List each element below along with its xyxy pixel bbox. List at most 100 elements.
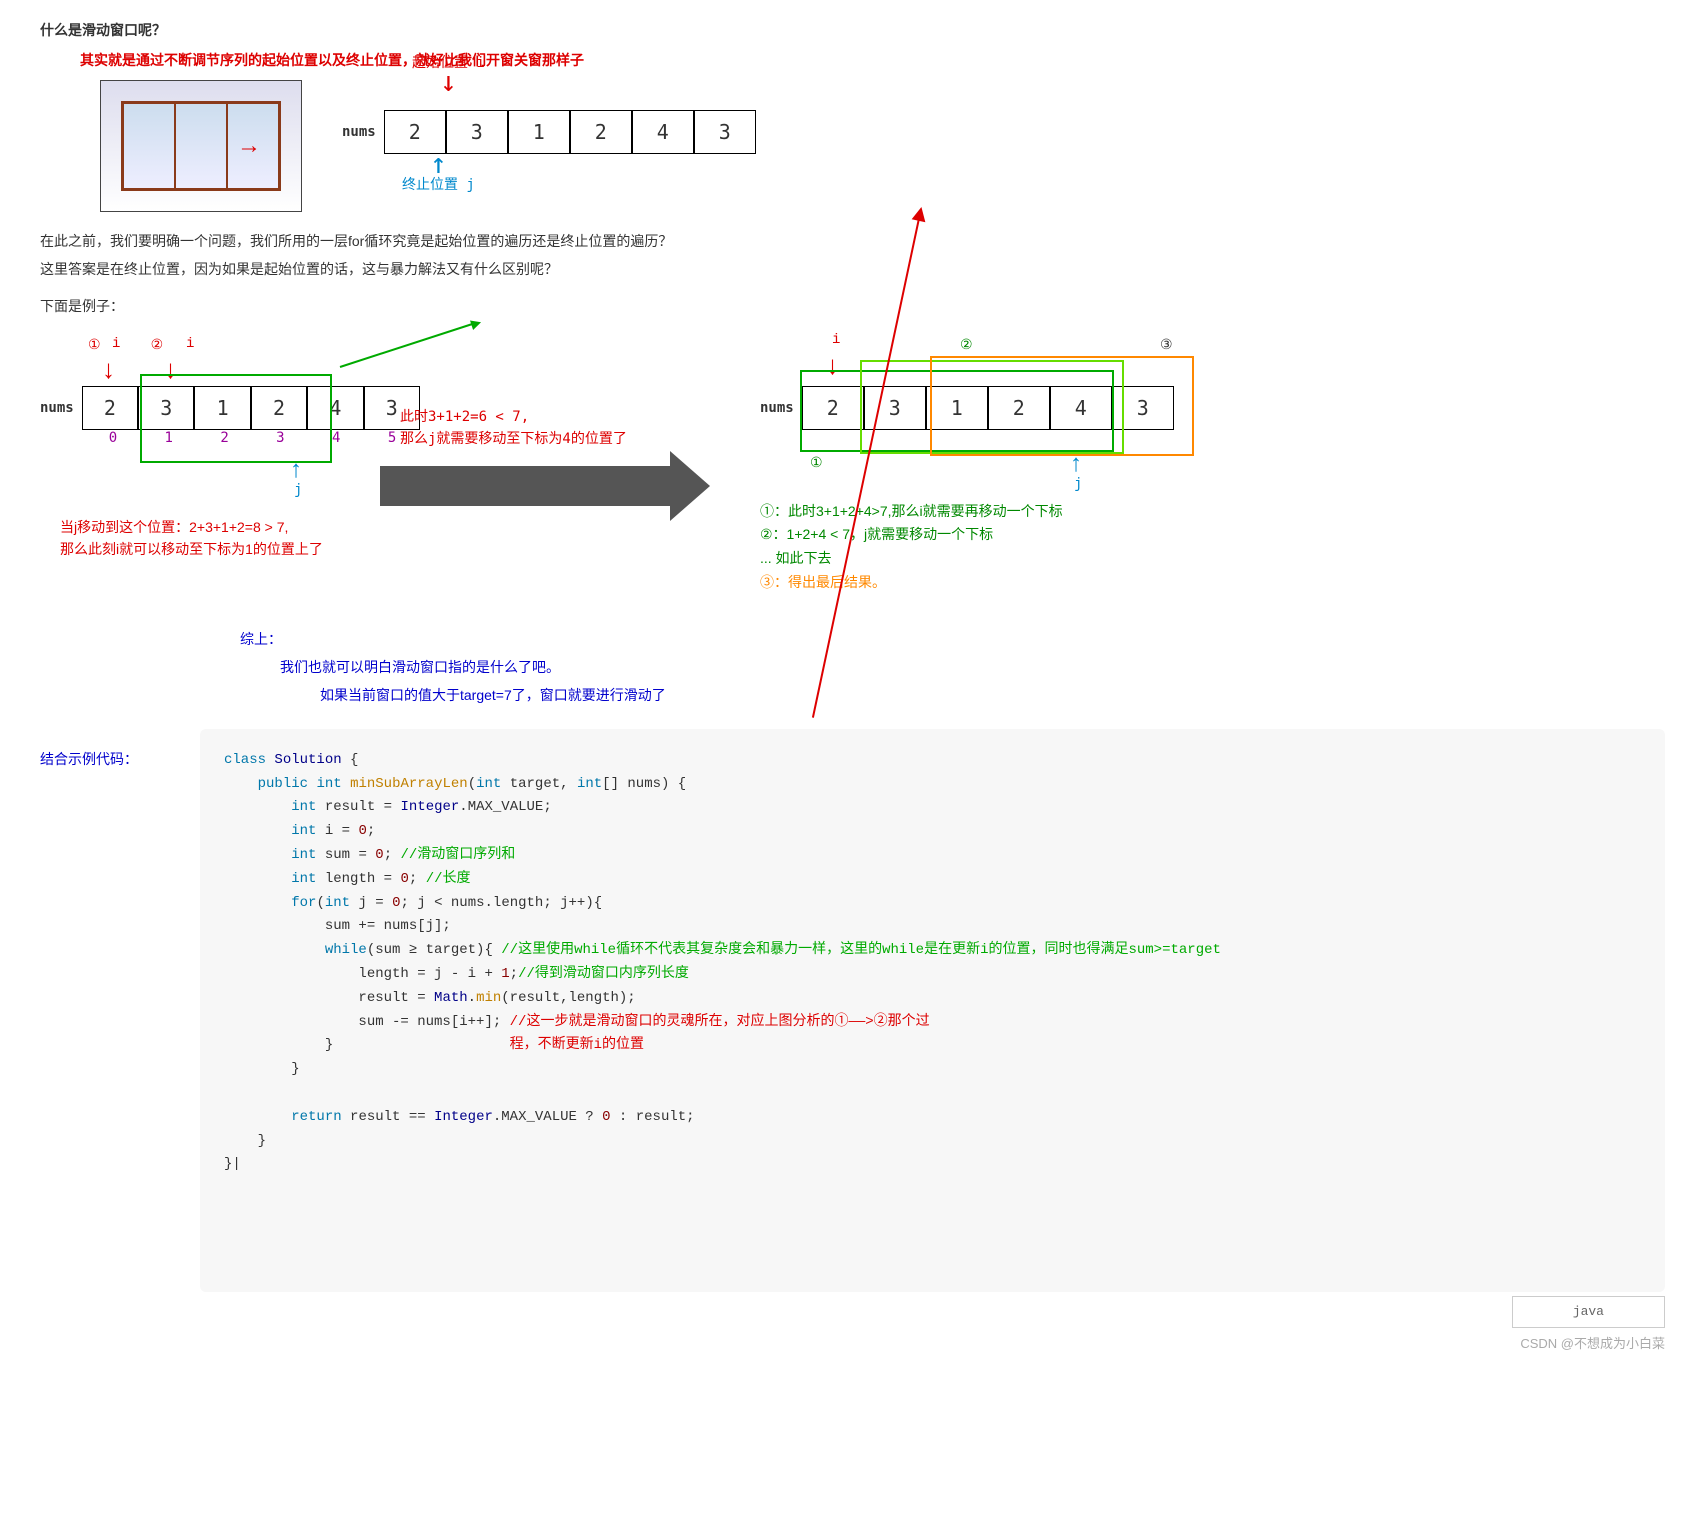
fn: minSubArrayLen bbox=[350, 776, 468, 792]
mid-text: 此时3+1+2=6 < 7, 那么j就需要移动至下标为4的位置了 bbox=[400, 406, 627, 451]
kw: for bbox=[291, 895, 316, 911]
kw: public bbox=[258, 776, 308, 792]
summary: 综上： 我们也就可以明白滑动窗口指的是什么了吧。 如果当前窗口的值大于targe… bbox=[240, 625, 1665, 709]
idx: 0 bbox=[85, 430, 141, 446]
nums-label: nums bbox=[40, 400, 74, 416]
circ-3: ③ bbox=[1160, 336, 1173, 353]
comment: //滑动窗口序列和 bbox=[401, 847, 516, 863]
slide-arrow-icon: → bbox=[237, 132, 261, 160]
type: int bbox=[291, 823, 316, 839]
fn: min bbox=[476, 990, 501, 1006]
end-label: 终止位置 j bbox=[402, 174, 475, 194]
page-title: 什么是滑动窗口呢？ bbox=[40, 20, 1665, 40]
i-label-2: i bbox=[186, 336, 194, 352]
j-label: j bbox=[294, 482, 302, 498]
type: int bbox=[291, 871, 316, 887]
arrow-down-icon: ↓ bbox=[826, 350, 839, 381]
circ-1: ① bbox=[810, 454, 823, 471]
var: result bbox=[325, 799, 375, 815]
left-note-l2: 那么此刻i就可以移动至下标为1的位置上了 bbox=[60, 538, 420, 560]
watermark: CSDN @不想成为小白菜 bbox=[1520, 1333, 1665, 1352]
cell: 3 bbox=[446, 110, 508, 154]
left-note: 当j移动到这个位置：2+3+1+2=8 > 7, 那么此刻i就可以移动至下标为1… bbox=[60, 516, 420, 561]
const: MAX_VALUE bbox=[501, 1109, 577, 1125]
code-block: class Solution { public int minSubArrayL… bbox=[200, 729, 1665, 1293]
type: int bbox=[291, 847, 316, 863]
type: int bbox=[476, 776, 501, 792]
row-illustration: → 起始位置 i ↓ nums 2 3 1 2 4 3 ↑ 终止位置 j bbox=[100, 80, 1665, 212]
comment: //这一步就是滑动窗口的灵魂所在，对应上图分析的①——>②那个过 bbox=[510, 1014, 930, 1030]
kw: while bbox=[325, 942, 367, 958]
kw: return bbox=[291, 1109, 341, 1125]
array-block-1: 起始位置 i ↓ nums 2 3 1 2 4 3 ↑ 终止位置 j bbox=[342, 80, 756, 154]
type: int bbox=[577, 776, 602, 792]
num: 0 bbox=[400, 871, 408, 887]
comment: 程，不断更新i的位置 bbox=[510, 1037, 644, 1053]
var: j bbox=[358, 895, 366, 911]
cell: 2 bbox=[988, 386, 1050, 430]
example-row: ① ② i i ↓ ↓ nums 2 3 1 2 4 3 0 1 2 3 4 5… bbox=[40, 326, 1665, 595]
left-example: ① ② i i ↓ ↓ nums 2 3 1 2 4 3 0 1 2 3 4 5… bbox=[40, 326, 420, 561]
mid-l2: 那么j就需要移动至下标为4的位置了 bbox=[400, 428, 627, 450]
nums-label: nums bbox=[760, 400, 794, 416]
num: 0 bbox=[602, 1109, 610, 1125]
ident: Integer bbox=[434, 1109, 493, 1125]
right-n4: ③：得出最后结果。 bbox=[760, 571, 1665, 595]
ident: Integer bbox=[400, 799, 459, 815]
cell: 4 bbox=[1050, 386, 1112, 430]
example-title: 下面是例子： bbox=[40, 296, 1665, 316]
right-n1: ①：此时3+1+2+4>7,那么i就需要再移动一个下标 bbox=[760, 500, 1665, 524]
num: 0 bbox=[392, 895, 400, 911]
window-photo: → bbox=[100, 80, 302, 212]
i-label: i bbox=[112, 336, 120, 352]
idx: 3 bbox=[252, 430, 308, 446]
summary-s2: 我们也就可以明白滑动窗口指的是什么了吧。 bbox=[280, 653, 1665, 681]
ident: Solution bbox=[274, 752, 341, 768]
lang-badge: java bbox=[1512, 1296, 1665, 1328]
cell: 2 bbox=[251, 386, 307, 430]
comment: //长度 bbox=[426, 871, 471, 887]
cell: 1 bbox=[508, 110, 570, 154]
arrow-down-icon: ↓ bbox=[164, 354, 177, 385]
var: sum bbox=[325, 847, 350, 863]
cell: 4 bbox=[632, 110, 694, 154]
param: target bbox=[510, 776, 560, 792]
summary-s3: 如果当前窗口的值大于target=7了，窗口就要进行滑动了 bbox=[320, 681, 1665, 709]
arrow-up-icon: ↑ bbox=[430, 154, 447, 174]
code-label: 结合示例代码： bbox=[40, 729, 200, 769]
arrow-down-icon: ↓ bbox=[440, 72, 457, 92]
big-arrow-icon bbox=[380, 466, 680, 506]
type: int bbox=[291, 799, 316, 815]
type: int bbox=[316, 776, 341, 792]
num: 1 bbox=[501, 966, 509, 982]
num: 0 bbox=[375, 847, 383, 863]
right-n2: ②：1+2+4 < 7，j就需要移动一个下标 bbox=[760, 523, 1665, 547]
mid-l1: 此时3+1+2=6 < 7, bbox=[400, 406, 627, 428]
cell: 4 bbox=[307, 386, 363, 430]
paragraph-a: 在此之前，我们要明确一个问题，我们所用的一层for循环究竟是起始位置的遍历还是终… bbox=[40, 230, 1665, 254]
cell: 3 bbox=[138, 386, 194, 430]
param: nums bbox=[627, 776, 661, 792]
idx: 1 bbox=[141, 430, 197, 446]
type: int bbox=[325, 895, 350, 911]
num: 0 bbox=[358, 823, 366, 839]
paragraph-b: 这里答案是在终止位置，因为如果是起始位置的话，这与暴力解法又有什么区别呢？ bbox=[40, 258, 1665, 282]
circ-1: ① bbox=[88, 336, 101, 353]
left-note-l1: 当j移动到这个位置：2+3+1+2=8 > 7, bbox=[60, 516, 420, 538]
comment: //这里使用while循环不代表其复杂度会和暴力一样，这里的while是在更新i… bbox=[501, 942, 1221, 958]
cell: 2 bbox=[802, 386, 864, 430]
cell: 1 bbox=[926, 386, 988, 430]
cell: 1 bbox=[194, 386, 250, 430]
i-label: i bbox=[832, 332, 840, 348]
cell: 3 bbox=[1112, 386, 1174, 430]
arrow-up-icon: ↑ bbox=[290, 456, 302, 484]
cell: 3 bbox=[694, 110, 756, 154]
comment: //得到滑动窗口内序列长度 bbox=[518, 966, 689, 982]
nums-label: nums bbox=[342, 124, 376, 140]
idx: 2 bbox=[197, 430, 253, 446]
code-section: 结合示例代码： class Solution { public int minS… bbox=[40, 729, 1665, 1293]
var: length bbox=[325, 871, 375, 887]
kw: class bbox=[224, 752, 266, 768]
j-label: j bbox=[1074, 476, 1082, 492]
circ-2: ② bbox=[960, 336, 973, 353]
